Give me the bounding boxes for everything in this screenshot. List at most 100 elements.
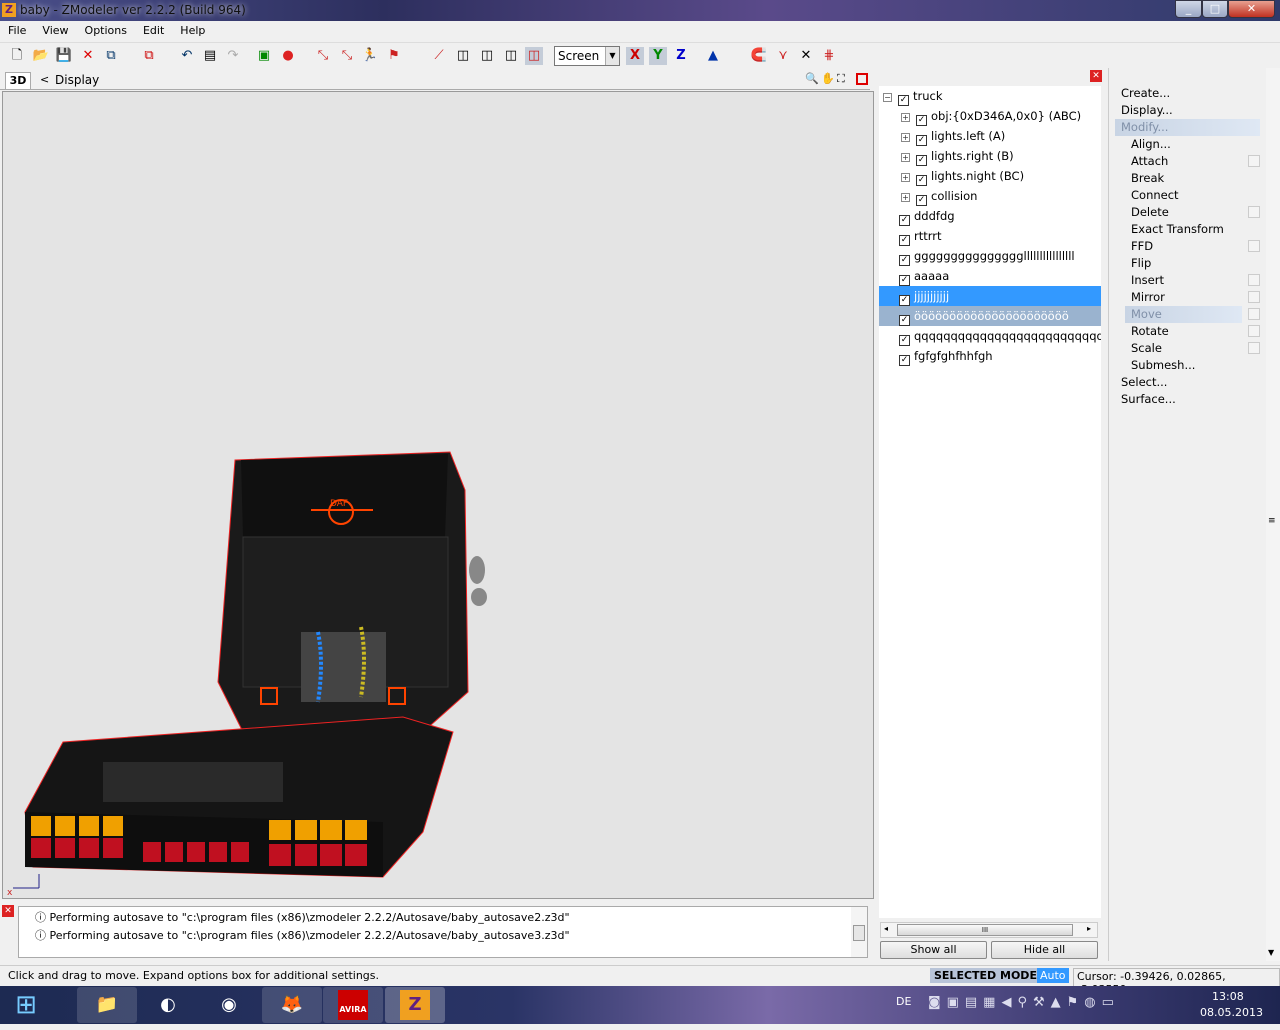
magnet-icon[interactable]: 🧲 bbox=[750, 47, 768, 65]
command-display[interactable]: Display... bbox=[1109, 102, 1266, 119]
save-icon[interactable]: 💾 bbox=[55, 47, 73, 65]
command-create[interactable]: Create... bbox=[1109, 85, 1266, 102]
options-box[interactable] bbox=[1248, 206, 1260, 218]
visibility-checkbox[interactable]: ✓ bbox=[916, 115, 927, 126]
undo-icon[interactable]: ↶ bbox=[178, 47, 196, 65]
snap-axis-icon[interactable]: ⋎ bbox=[774, 47, 792, 65]
visibility-checkbox[interactable]: ✓ bbox=[899, 255, 910, 266]
tree-item[interactable]: + ✓ lights.left (A) bbox=[879, 126, 1101, 146]
command-panel-scrollbar[interactable]: ≡ ▼ bbox=[1266, 68, 1280, 961]
collapse-icon[interactable]: − bbox=[883, 93, 892, 102]
command-modify[interactable]: Modify... bbox=[1109, 119, 1266, 136]
command-insert[interactable]: Insert bbox=[1109, 272, 1266, 289]
menu-options[interactable]: Options bbox=[77, 21, 135, 37]
options-box[interactable] bbox=[1248, 342, 1260, 354]
close-tree-panel-icon[interactable]: ✕ bbox=[1090, 70, 1102, 82]
select-objects-icon[interactable]: 🏃 bbox=[361, 47, 379, 65]
select-polys-icon[interactable]: ⤡ bbox=[338, 47, 356, 65]
maximize-button[interactable]: □ bbox=[1202, 0, 1228, 18]
maximize-viewport-icon[interactable] bbox=[856, 73, 868, 85]
command-connect[interactable]: Connect bbox=[1109, 187, 1266, 204]
axis-z-toggle[interactable]: Z bbox=[672, 47, 690, 65]
object-mode-icon[interactable]: ◫ bbox=[478, 47, 496, 65]
view-type-button[interactable]: 3D bbox=[5, 72, 31, 90]
visibility-checkbox[interactable]: ✓ bbox=[899, 335, 910, 346]
close-button[interactable]: ✕ bbox=[1228, 0, 1275, 18]
show-all-button[interactable]: Show all bbox=[880, 941, 987, 959]
tray-icons[interactable]: ◙▣▤▦◀⚲⚒▲⚑◍▭ bbox=[928, 995, 1120, 1010]
redo-icon[interactable]: ↷ bbox=[224, 47, 242, 65]
command-break[interactable]: Break bbox=[1109, 170, 1266, 187]
pivot-icon[interactable]: ▲ bbox=[704, 47, 722, 65]
visibility-checkbox[interactable]: ✓ bbox=[916, 195, 927, 206]
close-icon[interactable]: ✕ bbox=[79, 47, 97, 65]
menu-file[interactable]: File bbox=[0, 21, 34, 37]
select-vertices-icon[interactable]: ⤡ bbox=[314, 47, 332, 65]
options-box[interactable] bbox=[1248, 240, 1260, 252]
options-box[interactable] bbox=[1248, 308, 1260, 320]
expand-icon[interactable]: + bbox=[901, 133, 910, 142]
command-rotate[interactable]: Rotate bbox=[1109, 323, 1266, 340]
visibility-checkbox[interactable]: ✓ bbox=[899, 315, 910, 326]
command-attach[interactable]: Attach bbox=[1109, 153, 1266, 170]
pan-hand-icon[interactable]: ✋ bbox=[821, 72, 835, 85]
options-box[interactable] bbox=[1248, 155, 1260, 167]
box-mode-icon[interactable]: ◫ bbox=[525, 47, 543, 65]
visibility-checkbox[interactable]: ✓ bbox=[916, 135, 927, 146]
tree-item[interactable]: ✓ dddfdg bbox=[879, 206, 1101, 226]
tree-item[interactable]: − ✓ truck bbox=[879, 86, 1101, 106]
command-delete[interactable]: Delete bbox=[1109, 204, 1266, 221]
steam-icon[interactable]: ◐ bbox=[138, 987, 198, 1023]
scroll-thumb[interactable]: III bbox=[897, 924, 1073, 936]
expand-icon[interactable]: + bbox=[901, 153, 910, 162]
mesh-mode-icon[interactable]: ◫ bbox=[502, 47, 520, 65]
command-select[interactable]: Select... bbox=[1109, 374, 1266, 391]
tree-item[interactable]: ✓ öööööööööööööööööööööö bbox=[879, 306, 1101, 326]
tree-horizontal-scrollbar[interactable]: ◂ III ▸ bbox=[880, 922, 1098, 938]
chrome-icon[interactable]: ◉ bbox=[199, 987, 259, 1023]
3d-viewport[interactable]: DAF x bbox=[2, 91, 874, 899]
visibility-checkbox[interactable]: ✓ bbox=[899, 235, 910, 246]
command-flip[interactable]: Flip bbox=[1109, 255, 1266, 272]
command-scale[interactable]: Scale bbox=[1109, 340, 1266, 357]
file-explorer-icon[interactable]: 📁 bbox=[77, 987, 137, 1023]
tree-item[interactable]: ✓ jjjjjjjjjjj bbox=[879, 286, 1101, 306]
visibility-checkbox[interactable]: ✓ bbox=[899, 295, 910, 306]
clock-time[interactable]: 13:08 bbox=[1212, 990, 1244, 1003]
tree-item[interactable]: + ✓ lights.night (BC) bbox=[879, 166, 1101, 186]
fit-view-icon[interactable]: ⛶ bbox=[837, 72, 845, 86]
vertex-mode-icon[interactable]: ⟋ bbox=[430, 47, 448, 65]
axis-x-toggle[interactable]: X bbox=[626, 47, 644, 65]
render-icon[interactable]: ▣ bbox=[255, 47, 273, 65]
command-exact-transform[interactable]: Exact Transform bbox=[1109, 221, 1266, 238]
back-button[interactable]: < bbox=[40, 73, 49, 86]
tree-item[interactable]: + ✓ collision bbox=[879, 186, 1101, 206]
record-icon[interactable]: ● bbox=[279, 47, 297, 65]
zoom-icon[interactable]: 🔍 bbox=[805, 72, 819, 85]
command-move[interactable]: Move bbox=[1109, 306, 1266, 323]
language-indicator[interactable]: DE bbox=[896, 995, 911, 1008]
export-icon[interactable]: ⧉ bbox=[140, 47, 158, 65]
coordinate-mode-select[interactable]: Screen ▼ bbox=[554, 46, 620, 66]
visibility-checkbox[interactable]: ✓ bbox=[898, 95, 909, 106]
minimize-button[interactable]: _ bbox=[1175, 0, 1202, 18]
menu-edit[interactable]: Edit bbox=[135, 21, 172, 37]
clock-date[interactable]: 08.05.2013 bbox=[1200, 1006, 1263, 1019]
visibility-checkbox[interactable]: ✓ bbox=[899, 275, 910, 286]
command-align[interactable]: Align... bbox=[1109, 136, 1266, 153]
properties-icon[interactable]: ▤ bbox=[201, 47, 219, 65]
snap-cross-icon[interactable]: ✕ bbox=[797, 47, 815, 65]
command-submesh[interactable]: Submesh... bbox=[1109, 357, 1266, 374]
windows-start-icon[interactable]: ⊞ bbox=[0, 987, 52, 1023]
options-box[interactable] bbox=[1248, 291, 1260, 303]
import-icon[interactable]: ⧉ bbox=[102, 47, 120, 65]
tree-item[interactable]: ✓ aaaaa bbox=[879, 266, 1101, 286]
visibility-checkbox[interactable]: ✓ bbox=[899, 355, 910, 366]
zmodeler-icon[interactable]: Z bbox=[385, 987, 445, 1023]
close-log-icon[interactable]: ✕ bbox=[2, 905, 14, 917]
visibility-checkbox[interactable]: ✓ bbox=[899, 215, 910, 226]
tree-item[interactable]: + ✓ lights.right (B) bbox=[879, 146, 1101, 166]
tree-item[interactable]: ✓ qqqqqqqqqqqqqqqqqqqqqqqqqqqq bbox=[879, 326, 1101, 346]
visibility-checkbox[interactable]: ✓ bbox=[916, 155, 927, 166]
menu-view[interactable]: View bbox=[34, 21, 76, 37]
